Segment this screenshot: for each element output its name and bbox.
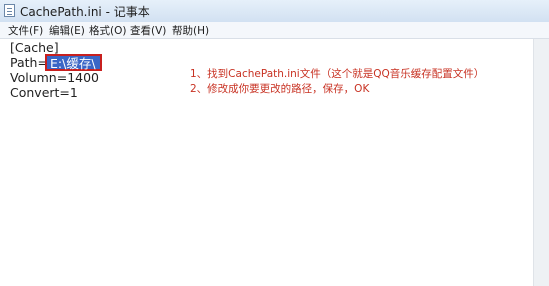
vertical-scrollbar[interactable] — [533, 39, 549, 286]
line-cache-section: [Cache] — [10, 40, 59, 55]
menu-edit[interactable]: 编辑(E) — [49, 23, 85, 38]
menu-bar: 文件(F) 编辑(E) 格式(O) 查看(V) 帮助(H) — [0, 22, 549, 39]
line-path-key: Path= — [10, 55, 48, 70]
menu-view[interactable]: 查看(V) — [130, 23, 166, 38]
line-volumn: Volumn=1400 — [10, 70, 100, 85]
menu-file[interactable]: 文件(F) — [8, 23, 43, 38]
text-editor[interactable]: [Cache] Path= E:\缓存\ Volumn=1400 Convert… — [0, 39, 533, 286]
window-title: CachePath.ini - 记事本 — [20, 5, 150, 19]
notepad-icon — [4, 4, 15, 17]
title-bar: CachePath.ini - 记事本 — [0, 0, 549, 23]
line-convert: Convert=1 — [10, 85, 78, 100]
selected-path-value[interactable]: E:\缓存\ — [45, 54, 102, 71]
menu-format[interactable]: 格式(O) — [89, 23, 126, 38]
menu-help[interactable]: 帮助(H) — [172, 23, 209, 38]
annotation-step-2: 2、修改成你要更改的路径，保存，OK — [190, 83, 370, 95]
annotation-step-1: 1、找到CachePath.ini文件（这个就是QQ音乐缓存配置文件） — [190, 68, 485, 80]
